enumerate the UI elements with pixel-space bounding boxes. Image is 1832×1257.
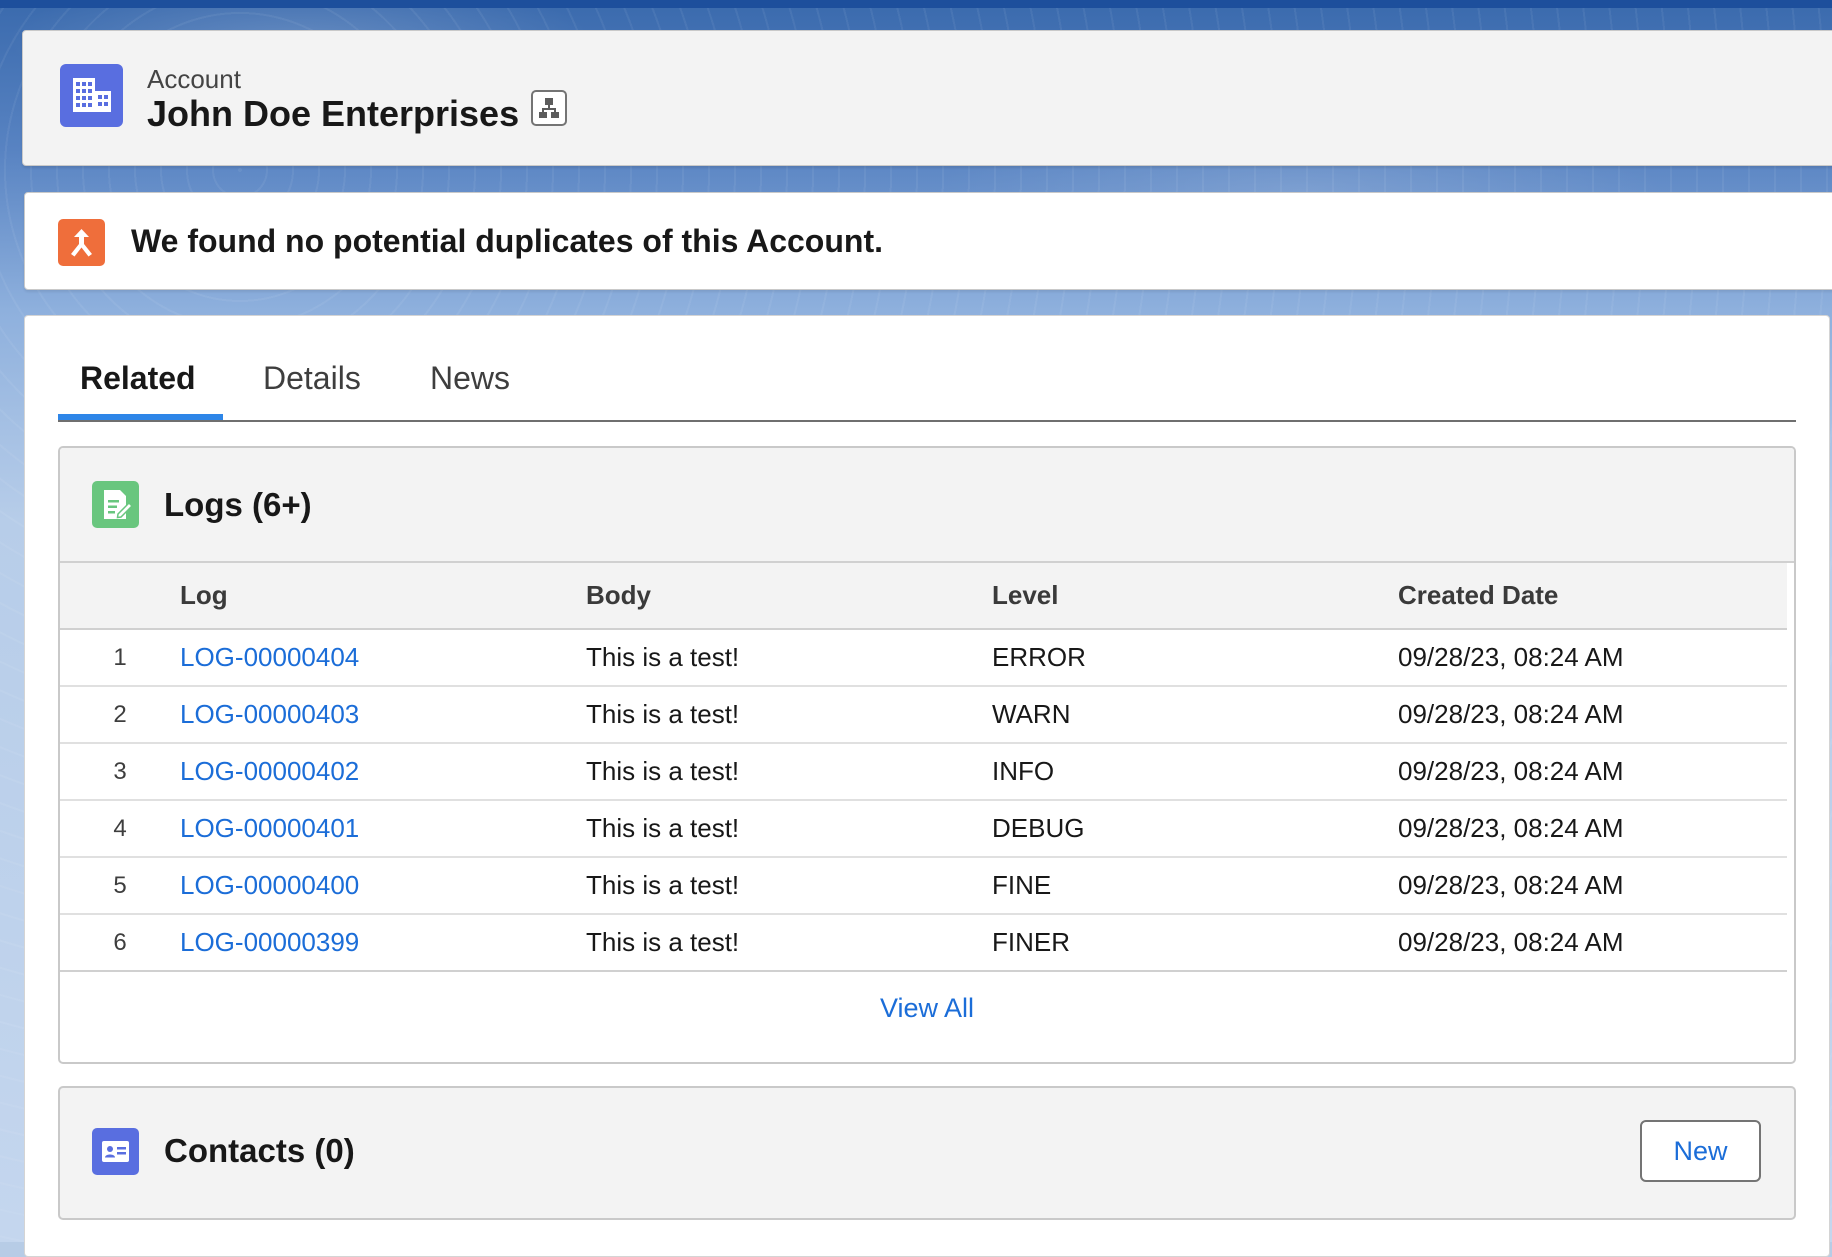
table-row: 6 LOG-00000399 This is a test! FINER 09/… xyxy=(60,914,1787,972)
log-cell: LOG-00000402 xyxy=(180,743,586,801)
created-date-cell: 09/28/23, 08:24 AM xyxy=(1398,743,1787,801)
tab-details[interactable]: Details xyxy=(263,360,361,397)
tab-related[interactable]: Related xyxy=(80,360,196,397)
log-cell: LOG-00000403 xyxy=(180,686,586,744)
active-tab-indicator xyxy=(58,414,223,420)
row-number: 3 xyxy=(60,743,180,801)
column-header-level[interactable]: Level xyxy=(992,563,1398,630)
top-bar xyxy=(0,0,1832,8)
contacts-related-list: Contacts (0) New xyxy=(58,1086,1796,1220)
duplicate-check-card: We found no potential duplicates of this… xyxy=(24,192,1832,290)
table-row: 4 LOG-00000401 This is a test! DEBUG 09/… xyxy=(60,800,1787,858)
view-all-link[interactable]: View All xyxy=(60,993,1794,1024)
log-document-icon xyxy=(92,481,139,528)
log-cell: LOG-00000404 xyxy=(180,629,586,687)
log-link[interactable]: LOG-00000399 xyxy=(180,927,359,957)
table-row: 2 LOG-00000403 This is a test! WARN 09/2… xyxy=(60,686,1787,744)
row-number: 4 xyxy=(60,800,180,858)
object-type-label: Account xyxy=(147,64,241,94)
row-number: 5 xyxy=(60,857,180,915)
row-number: 1 xyxy=(60,629,180,687)
table-row: 3 LOG-00000402 This is a test! INFO 09/2… xyxy=(60,743,1787,801)
row-number: 6 xyxy=(60,914,180,972)
log-cell: LOG-00000399 xyxy=(180,914,586,972)
tab-bar: Related Details News xyxy=(58,316,1796,422)
body-cell: This is a test! xyxy=(586,857,992,915)
table-header-row: Log Body Level Created Date xyxy=(60,563,1787,630)
body-cell: This is a test! xyxy=(586,743,992,801)
table-row: 5 LOG-00000400 This is a test! FINE 09/2… xyxy=(60,857,1787,915)
record-tabs-card: Related Details News Logs (6+) Log Body … xyxy=(24,315,1830,1257)
record-title: John Doe Enterprises xyxy=(147,93,520,134)
log-link[interactable]: LOG-00000402 xyxy=(180,756,359,786)
body-cell: This is a test! xyxy=(586,914,992,972)
record-header: Account John Doe Enterprises xyxy=(22,30,1832,166)
body-cell: This is a test! xyxy=(586,629,992,687)
new-contact-button[interactable]: New xyxy=(1640,1120,1761,1182)
created-date-cell: 09/28/23, 08:24 AM xyxy=(1398,629,1787,687)
account-building-icon xyxy=(60,64,123,127)
created-date-cell: 09/28/23, 08:24 AM xyxy=(1398,800,1787,858)
merge-icon xyxy=(58,219,105,266)
log-cell: LOG-00000401 xyxy=(180,800,586,858)
logs-list-title[interactable]: Logs (6+) xyxy=(164,486,312,524)
created-date-cell: 09/28/23, 08:24 AM xyxy=(1398,914,1787,972)
contact-card-icon xyxy=(92,1128,139,1175)
contacts-list-title[interactable]: Contacts (0) xyxy=(164,1132,355,1170)
duplicate-message: We found no potential duplicates of this… xyxy=(131,223,883,259)
created-date-cell: 09/28/23, 08:24 AM xyxy=(1398,857,1787,915)
log-link[interactable]: LOG-00000404 xyxy=(180,642,359,672)
body-cell: This is a test! xyxy=(586,800,992,858)
column-header-body[interactable]: Body xyxy=(586,563,992,630)
hierarchy-icon xyxy=(539,98,559,118)
level-cell: WARN xyxy=(992,686,1398,744)
row-number: 2 xyxy=(60,686,180,744)
logs-list-header: Logs (6+) xyxy=(60,448,1794,563)
body-cell: This is a test! xyxy=(586,686,992,744)
logs-related-list: Logs (6+) Log Body Level Created Date 1 … xyxy=(58,446,1796,1064)
level-cell: FINE xyxy=(992,857,1398,915)
created-date-cell: 09/28/23, 08:24 AM xyxy=(1398,686,1787,744)
log-link[interactable]: LOG-00000401 xyxy=(180,813,359,843)
level-cell: DEBUG xyxy=(992,800,1398,858)
table-row: 1 LOG-00000404 This is a test! ERROR 09/… xyxy=(60,629,1787,687)
column-header-log[interactable]: Log xyxy=(180,563,586,630)
level-cell: ERROR xyxy=(992,629,1398,687)
log-link[interactable]: LOG-00000403 xyxy=(180,699,359,729)
view-hierarchy-button[interactable] xyxy=(531,90,567,126)
column-header-created-date[interactable]: Created Date xyxy=(1398,563,1787,630)
row-number-header xyxy=(60,563,180,630)
log-cell: LOG-00000400 xyxy=(180,857,586,915)
level-cell: INFO xyxy=(992,743,1398,801)
level-cell: FINER xyxy=(992,914,1398,972)
log-link[interactable]: LOG-00000400 xyxy=(180,870,359,900)
tab-news[interactable]: News xyxy=(430,360,510,397)
logs-table: Log Body Level Created Date 1 LOG-000004… xyxy=(60,563,1787,972)
